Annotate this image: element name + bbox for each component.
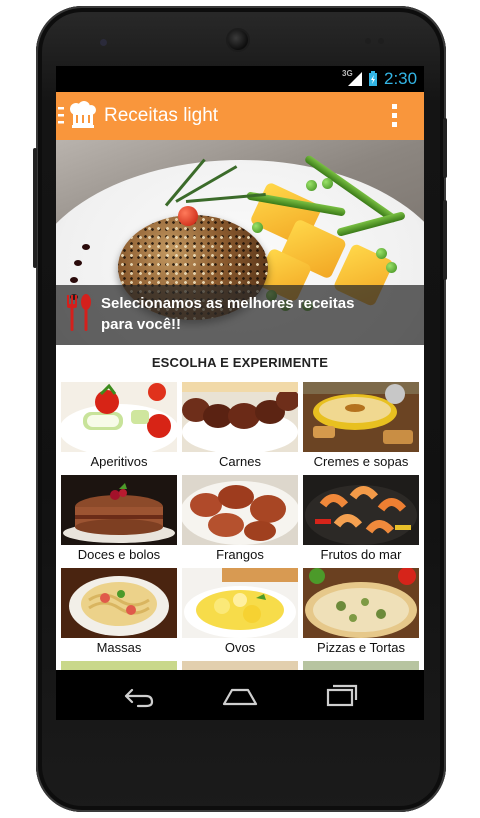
category-label: Ovos — [224, 640, 256, 655]
category-tile-carnes[interactable]: Carnes — [182, 382, 298, 472]
recents-icon[interactable] — [322, 682, 362, 708]
cherry-tomato — [178, 206, 198, 226]
sauce-dot — [82, 244, 90, 250]
power-button — [443, 118, 447, 178]
action-bar: Receitas light — [56, 92, 424, 140]
battery-icon — [369, 71, 377, 86]
pea — [386, 262, 397, 273]
ovos-image — [182, 568, 298, 638]
category-tile-frutos-do-mar[interactable]: Frutos do mar — [303, 475, 419, 565]
chef-hat-icon[interactable] — [58, 101, 98, 131]
home-icon[interactable] — [220, 682, 260, 708]
category-label: Aperitivos — [90, 454, 148, 469]
side-button — [443, 200, 447, 280]
app-title: Receitas light — [104, 105, 219, 126]
category-tile-aperitivos[interactable]: Aperitivos — [61, 382, 177, 472]
pea — [306, 180, 317, 191]
category-tile-ovos[interactable]: Ovos — [182, 568, 298, 658]
earpiece — [228, 30, 248, 50]
category-label: Frutos do mar — [320, 547, 402, 562]
category-label: Massas — [96, 640, 142, 655]
back-icon[interactable] — [118, 682, 158, 708]
frutos-do-mar-image — [303, 475, 419, 545]
cremes-e-sopas-image — [303, 382, 419, 452]
section-title: ESCOLHA E EXPERIMENTE — [151, 355, 329, 370]
status-bar: 3G 2:30 — [56, 66, 424, 92]
category-label: Cremes e sopas — [313, 454, 409, 469]
category-label: Frangos — [216, 547, 264, 562]
hero-banner: Selecionamos as melhores receitas para v… — [56, 285, 424, 345]
hero-image: Selecionamos as melhores receitas para v… — [56, 140, 424, 345]
clock: 2:30 — [384, 69, 418, 88]
carnes-image — [182, 382, 298, 452]
overflow-menu-icon[interactable] — [392, 104, 398, 128]
pizzas-e-tortas-image — [303, 568, 419, 638]
category-tile-massas[interactable]: Massas — [61, 568, 177, 658]
aperitivos-image — [61, 382, 177, 452]
banner-line-1: Selecionamos as melhores receitas — [101, 295, 355, 312]
front-camera — [100, 39, 107, 46]
pea — [322, 178, 333, 189]
category-tile-cremes-e-sopas[interactable]: Cremes e sopas — [303, 382, 419, 472]
category-label: Pizzas e Tortas — [317, 640, 405, 655]
screen: 3G 2:30 Receitas light Selecionamos as m… — [56, 66, 424, 720]
sauce-dot — [70, 277, 78, 283]
banner-text: Selecionamos as melhores receitas para v… — [101, 293, 401, 335]
light-sensor — [378, 38, 384, 44]
category-label: Doces e bolos — [77, 547, 161, 562]
fork-spoon-icon — [67, 294, 91, 331]
category-label: Carnes — [219, 454, 261, 469]
signal-icon — [348, 72, 362, 86]
doces-e-bolos-image — [61, 475, 177, 545]
pea — [252, 222, 263, 233]
category-tile-frangos[interactable]: Frangos — [182, 475, 298, 565]
massas-image — [61, 568, 177, 638]
banner-line-2: para você!! — [101, 316, 182, 333]
frangos-image — [182, 475, 298, 545]
navigation-bar — [56, 670, 424, 720]
pea — [376, 248, 387, 259]
volume-button — [33, 148, 37, 268]
sauce-dot — [74, 260, 82, 266]
proximity-sensor — [365, 38, 371, 44]
categories-section: ESCOLHA E EXPERIMENTE Aperitivos Carnes … — [56, 345, 424, 720]
category-tile-pizzas-e-tortas[interactable]: Pizzas e Tortas — [303, 568, 419, 658]
category-tile-doces-e-bolos[interactable]: Doces e bolos — [61, 475, 177, 565]
